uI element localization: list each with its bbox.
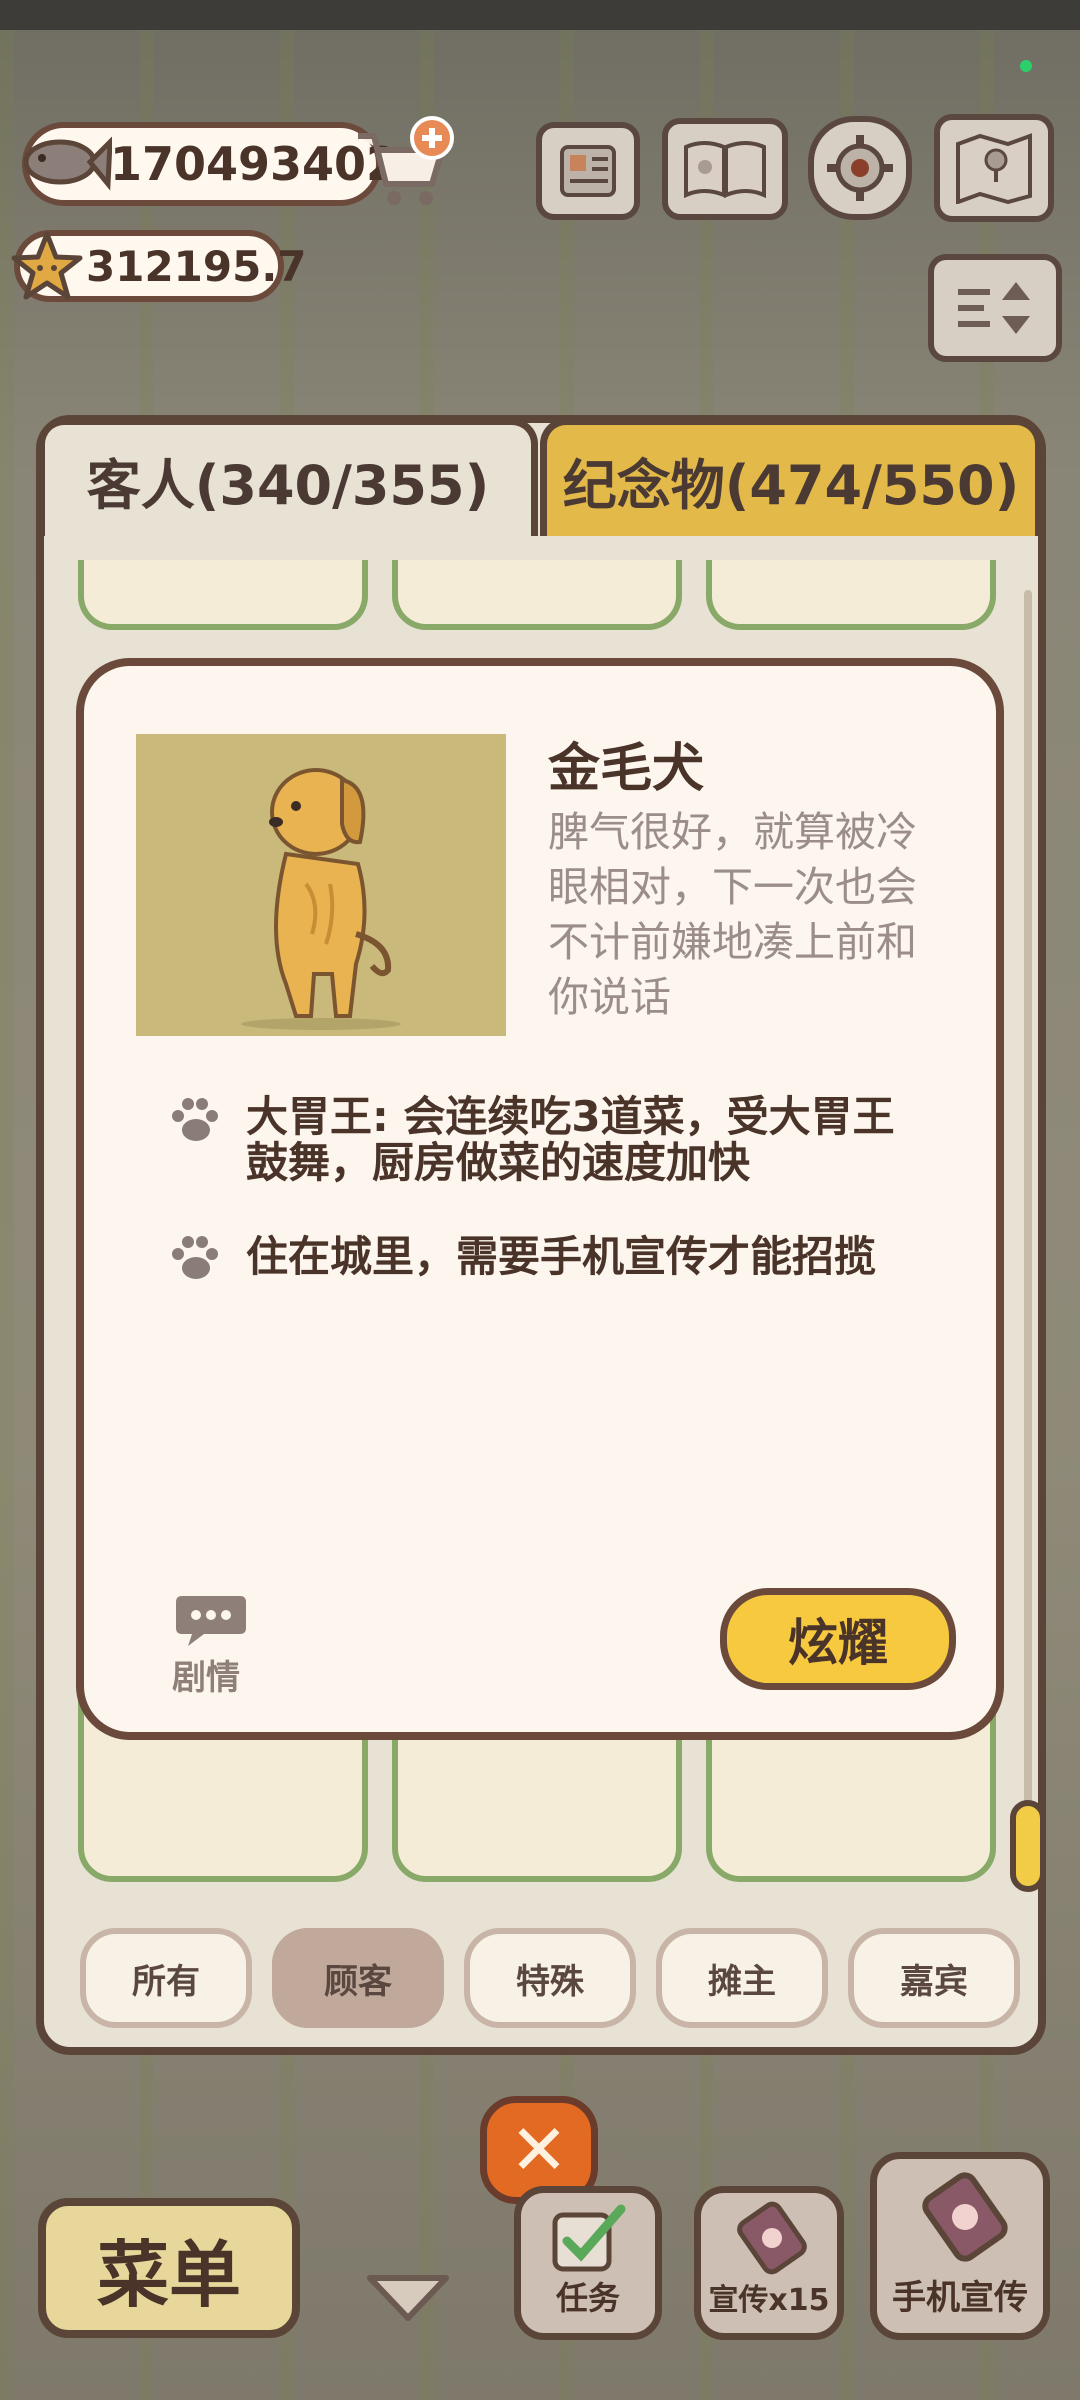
guest-card[interactable] [78, 560, 368, 630]
trait-big-eater: 大胃王: 会连续吃3道菜，受大胃王鼓舞，厨房做菜的速度加快 [246, 1092, 895, 1187]
filter-special-label: 特殊 [516, 1961, 584, 2002]
paw-icon [172, 1236, 218, 1279]
checkbox-icon [552, 2204, 626, 2272]
status-indicator [1020, 60, 1032, 72]
guest-card[interactable] [392, 560, 682, 630]
tab-souvenirs[interactable]: 纪念物(474/550) [540, 418, 1042, 536]
filter-guest-star-label: 嘉宾 [900, 1961, 968, 2002]
promo-label: 宣传x15 [708, 2283, 830, 2318]
scroll-track [1024, 590, 1032, 1890]
story-label[interactable]: 剧情 [172, 1650, 240, 1699]
promo-button[interactable]: 宣传x15 [694, 2186, 844, 2340]
filter-all[interactable]: 所有 [80, 1928, 252, 2028]
cart-plus-icon[interactable] [352, 114, 460, 214]
close-icon: ✕ [509, 2109, 569, 2191]
filter-all-label: 所有 [132, 1961, 200, 2002]
tab-guests[interactable]: 客人(340/355) [38, 418, 538, 536]
guest-portrait [136, 734, 506, 1036]
chevron-down-icon[interactable] [360, 2268, 456, 2328]
phone-promo-button[interactable]: 手机宣传 [870, 2152, 1050, 2340]
filter-customer[interactable]: 顾客 [272, 1928, 444, 2028]
star-icon [11, 231, 83, 300]
chat-bubble-icon[interactable] [174, 1590, 248, 1648]
filter-guest-star[interactable]: 嘉宾 [848, 1928, 1020, 2028]
phone-icon [922, 2172, 1008, 2262]
status-bar [0, 0, 1080, 30]
journal-icon[interactable] [536, 122, 640, 220]
tab-souvenirs-label: 纪念物(474/550) [562, 454, 1020, 517]
fish-icon [23, 136, 112, 191]
tasks-button[interactable]: 任务 [514, 2186, 662, 2340]
filter-customer-label: 顾客 [324, 1961, 392, 2002]
guest-card[interactable] [706, 560, 996, 630]
phone-promo-label: 手机宣传 [892, 2278, 1028, 2318]
settings-toggle-icon[interactable] [928, 254, 1062, 362]
menu-button[interactable]: 菜单 [38, 2198, 300, 2338]
tasks-label: 任务 [555, 2279, 620, 2317]
star-amount: 312195.7 [86, 241, 307, 291]
show-off-label: 炫耀 [788, 1614, 888, 1672]
golden-retriever-illustration [241, 768, 401, 1030]
map-icon[interactable] [934, 114, 1054, 222]
paw-icon [172, 1098, 218, 1141]
phone-icon [737, 2201, 807, 2275]
show-off-button[interactable]: 炫耀 [720, 1588, 956, 1690]
gear-icon[interactable] [808, 116, 912, 220]
scroll-handle[interactable] [1010, 1800, 1046, 1892]
filter-special[interactable]: 特殊 [464, 1928, 636, 2028]
filter-vendor-label: 摊主 [708, 1961, 776, 2002]
menu-label: 菜单 [96, 2232, 241, 2317]
book-icon[interactable] [662, 118, 788, 220]
tab-guests-label: 客人(340/355) [86, 454, 490, 517]
guest-name: 金毛犬 [548, 739, 705, 799]
trait-city-resident: 住在城里，需要手机宣传才能招揽 [246, 1232, 877, 1281]
guest-description: 脾气很好，就算被冷眼相对，下一次也会不计前嫌地凑上前和你说话 [548, 808, 917, 1021]
filter-vendor[interactable]: 摊主 [656, 1928, 828, 2028]
